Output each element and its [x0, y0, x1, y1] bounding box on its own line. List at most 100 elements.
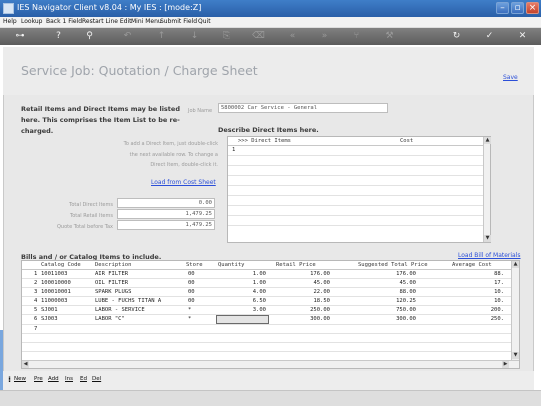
add-button[interactable]: Add [48, 376, 59, 382]
cell-average-cost: 88. [494, 271, 504, 277]
insert-button[interactable]: Ins [65, 376, 73, 382]
cell-suggested-total[interactable]: 45.00 [358, 280, 416, 286]
scroll-down-icon[interactable]: ▼ [512, 352, 519, 359]
move-up-icon[interactable]: ↑ [155, 31, 168, 41]
cell-quantity[interactable]: 1.00 [218, 280, 266, 286]
cell-suggested-total[interactable]: 300.00 [358, 316, 416, 322]
new-button[interactable]: New [14, 376, 26, 382]
menu-back-1-field[interactable]: Back 1 Field [46, 18, 82, 25]
cell-description[interactable]: LABOR - SERVICE [95, 307, 145, 313]
menu-bar: Help Lookup Back 1 Field Restart Line Ed… [0, 17, 541, 28]
cell-catalog-code[interactable]: SJ001 [41, 307, 58, 313]
cell-suggested-total[interactable]: 88.00 [358, 289, 416, 295]
cell-retail-price[interactable]: 250.00 [276, 307, 330, 313]
row-number: 4 [34, 298, 38, 304]
cell-description[interactable]: LUBE - FUCHS TITAN A [95, 298, 161, 304]
scroll-up-icon[interactable]: ▲ [512, 261, 519, 268]
close-icon[interactable]: × [526, 2, 539, 14]
scroll-up-icon[interactable]: ▲ [484, 137, 491, 144]
direct-items-help-text: To add a Direct Item, just double-click … [123, 141, 218, 168]
scroll-down-icon[interactable]: ▼ [484, 235, 491, 242]
cell-average-cost: 17. [494, 280, 504, 286]
cell-retail-price[interactable]: 176.00 [276, 271, 330, 277]
cancel-icon[interactable]: ✕ [516, 31, 529, 41]
direct-items-scrollbar[interactable]: ▲ ▼ [483, 137, 491, 242]
col-suggested-total: Suggested Total Price [358, 262, 428, 268]
row-number: 6 [34, 316, 38, 322]
copy-icon[interactable]: ⎘ [220, 31, 233, 41]
move-down-icon[interactable]: ↓ [188, 31, 201, 41]
cell-description[interactable]: OIL FILTER [95, 280, 128, 286]
cell-catalog-code[interactable]: 100010001 [41, 289, 71, 295]
cell-retail-price[interactable]: 300.00 [276, 316, 330, 322]
cell-suggested-total[interactable]: 750.00 [358, 307, 416, 313]
cell-catalog-code[interactable]: 100010000 [41, 280, 71, 286]
cell-retail-price[interactable]: 22.00 [276, 289, 330, 295]
bills-scrollbar[interactable]: ▲ ▼ [511, 261, 519, 360]
save-link[interactable]: Save [503, 74, 518, 81]
total-retail-items-value: 1,479.25 [117, 209, 215, 219]
cell-description[interactable]: AIR FILTER [95, 271, 128, 277]
bills-hscrollbar[interactable]: ◀ ▶ [22, 360, 519, 368]
refresh-icon[interactable]: ↻ [450, 31, 463, 41]
menu-submit-field[interactable]: Submit Field [160, 18, 197, 25]
cell-suggested-total[interactable]: 120.25 [358, 298, 416, 304]
status-bar [0, 390, 541, 406]
cell-quantity[interactable]: 4.00 [218, 289, 266, 295]
cell-catalog-code[interactable]: 11000003 [41, 298, 68, 304]
branch-icon[interactable]: ⑂ [350, 31, 363, 41]
bottom-nav-bar: ⁞ New Pre Add Ins Ed Del [3, 371, 534, 390]
job-name-field[interactable]: 5800002 Car Service - General [218, 103, 388, 113]
clear-icon[interactable]: ⌫ [252, 31, 265, 41]
cell-quantity[interactable]: 1.00 [218, 271, 266, 277]
delete-button[interactable]: Del [92, 376, 101, 382]
menu-mini-menu[interactable]: Mini Menu [131, 18, 162, 25]
scroll-right-icon[interactable]: ▶ [502, 361, 509, 368]
menu-restart-line-edit[interactable]: Restart Line Edit [82, 18, 132, 25]
cell-description[interactable]: LABOR "C" [95, 316, 125, 322]
cell-store[interactable]: * [188, 307, 191, 313]
search-icon[interactable]: ⚲ [83, 31, 96, 41]
cell-suggested-total[interactable]: 176.00 [358, 271, 416, 277]
first-page-icon[interactable]: « [286, 31, 299, 41]
col-quantity: Quantity [218, 262, 245, 268]
cell-store[interactable]: 00 [188, 280, 195, 286]
load-bill-of-materials-link[interactable]: Load Bill of Materials [458, 252, 521, 259]
undo-icon[interactable]: ↶ [121, 31, 134, 41]
accept-icon[interactable]: ✓ [483, 31, 496, 41]
cell-catalog-code[interactable]: 10011003 [41, 271, 68, 277]
cell-quantity[interactable]: 3.00 [218, 307, 266, 313]
cell-retail-price[interactable]: 18.50 [276, 298, 330, 304]
cell-store[interactable]: 00 [188, 298, 195, 304]
bills-grid: Catalog Code Description Store Quantity … [21, 260, 520, 369]
cell-retail-price[interactable]: 45.00 [276, 280, 330, 286]
menu-help[interactable]: Help [3, 18, 17, 25]
cell-store[interactable]: * [188, 316, 191, 322]
tool-icon[interactable]: ⚒ [383, 31, 396, 41]
scroll-left-icon[interactable]: ◀ [22, 361, 29, 368]
help-icon[interactable]: ? [52, 31, 65, 41]
minimize-icon[interactable]: – [496, 2, 509, 14]
cell-store[interactable]: 00 [188, 271, 195, 277]
title-bar: IES Navigator Client v8.04 : My IES : [m… [0, 0, 541, 17]
col-description: Description [95, 262, 132, 268]
maximize-icon[interactable]: ▫ [511, 2, 524, 14]
cell-store[interactable]: 00 [188, 289, 195, 295]
menu-quit[interactable]: Quit [198, 18, 211, 25]
row-number: 2 [34, 280, 38, 286]
key-icon[interactable]: ⊶ [10, 31, 30, 41]
previous-button[interactable]: Pre [34, 376, 43, 382]
load-from-cost-sheet-link[interactable]: Load from Cost Sheet [151, 179, 216, 186]
list-icon[interactable]: ⁞ [8, 375, 11, 384]
menu-lookup[interactable]: Lookup [21, 18, 42, 25]
next-page-icon[interactable]: » [318, 31, 331, 41]
col-catalog-code: Catalog Code [41, 262, 81, 268]
cell-description[interactable]: SPARK PLUGS [95, 289, 131, 295]
cell-quantity[interactable]: 6.50 [218, 298, 266, 304]
edit-button[interactable]: Ed [80, 376, 87, 382]
page-title: Service Job: Quotation / Charge Sheet [21, 63, 258, 78]
cell-catalog-code[interactable]: SJ003 [41, 316, 58, 322]
quantity-edit-field[interactable] [216, 315, 269, 324]
retail-intro-text: Retail Items and Direct Items may be lis… [21, 105, 180, 135]
cell-average-cost: 10. [494, 289, 504, 295]
